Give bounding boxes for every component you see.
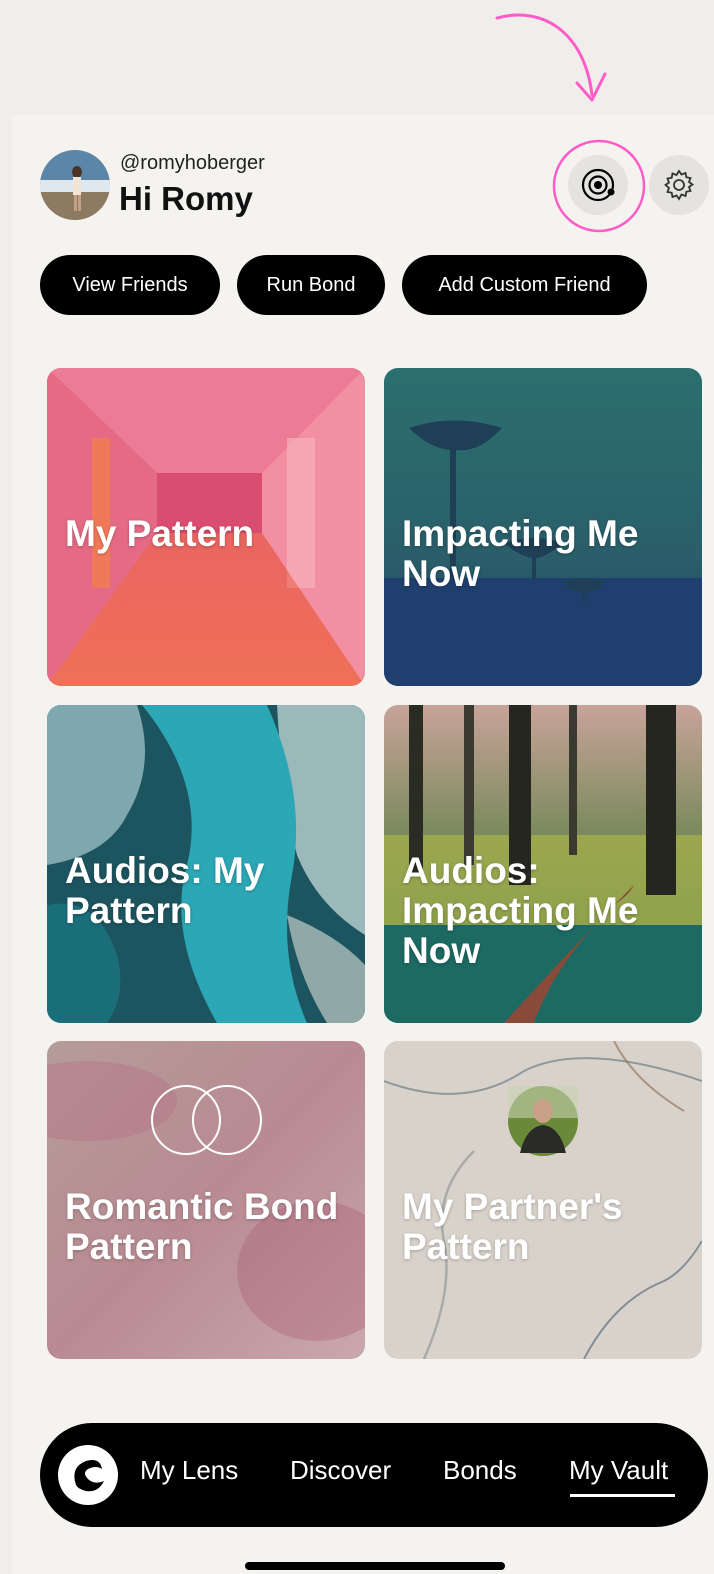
avatar[interactable] (40, 150, 110, 220)
orbit-icon (581, 168, 615, 202)
nav-bonds[interactable]: Bonds (443, 1455, 517, 1486)
tile-label: Romantic Bond Pattern (65, 1186, 339, 1267)
tile-romantic-bond-pattern[interactable]: Romantic Bond Pattern (47, 1041, 365, 1359)
tile-audios-my-pattern[interactable]: Audios: My Pattern (47, 705, 365, 1023)
tile-label: Impacting Me Now (402, 513, 639, 594)
view-friends-button[interactable]: View Friends (40, 255, 220, 315)
nav-my-vault[interactable]: My Vault (569, 1455, 668, 1486)
tile-label: My Partner's Pattern (402, 1186, 623, 1267)
tile-label: Audios: Impacting Me Now (402, 850, 639, 971)
nav-my-lens[interactable]: My Lens (140, 1455, 238, 1486)
app-logo-icon[interactable] (58, 1445, 118, 1505)
annotation-arrow-icon (495, 13, 646, 233)
home-indicator (245, 1562, 505, 1570)
user-handle: @romyhoberger (120, 152, 265, 174)
tile-my-pattern[interactable]: My Pattern (47, 368, 365, 686)
nav-discover[interactable]: Discover (290, 1455, 391, 1486)
tile-audios-impacting-me-now[interactable]: Audios: Impacting Me Now (384, 705, 702, 1023)
tile-my-partners-pattern[interactable]: My Partner's Pattern (384, 1041, 702, 1359)
nav-active-indicator (570, 1494, 675, 1497)
orbit-button[interactable] (568, 155, 628, 215)
greeting-title: Hi Romy (119, 180, 253, 217)
run-bond-button[interactable]: Run Bond (237, 255, 385, 315)
add-custom-friend-button[interactable]: Add Custom Friend (402, 255, 647, 315)
settings-button[interactable] (649, 155, 709, 215)
tile-label: My Pattern (65, 513, 255, 554)
tile-impacting-me-now[interactable]: Impacting Me Now (384, 368, 702, 686)
tile-label: Audios: My Pattern (65, 850, 265, 931)
gear-icon (664, 169, 695, 201)
